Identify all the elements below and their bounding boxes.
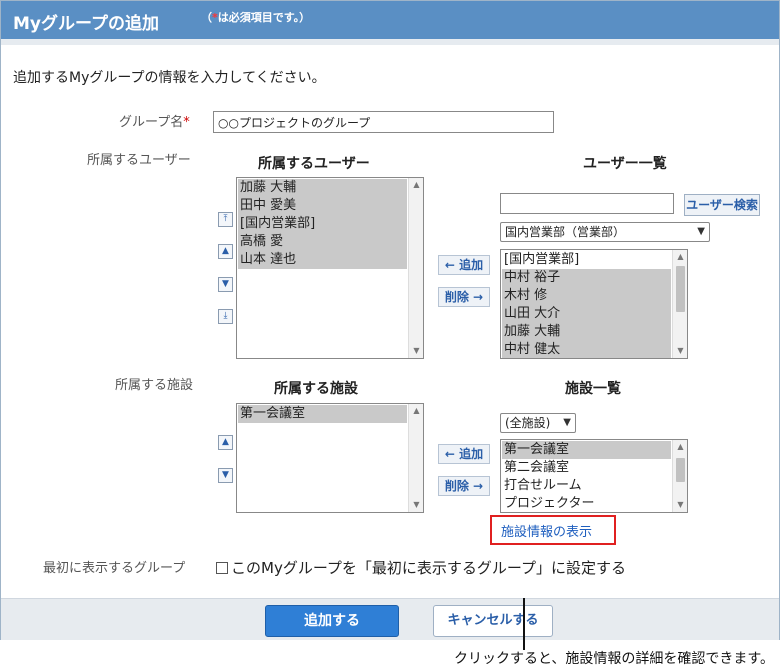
list-item[interactable]: [国内営業部] [502, 251, 671, 269]
default-group-checkbox-label[interactable]: このMyグループを「最初に表示するグループ」に設定する [231, 559, 626, 577]
user-candidates-items: [国内営業部] 中村 裕子 木村 修 山田 大介 加藤 大輔 中村 健太 [502, 251, 671, 358]
callout-text: クリックすると、施設情報の詳細を確認できます。 [453, 651, 774, 667]
title-bar: Myグループの追加 （*は必須項目です。） [1, 1, 779, 39]
move-down-icon: ▼ [222, 470, 229, 480]
list-item[interactable]: プロジェクター [502, 495, 671, 512]
members-items: 加藤 大輔 田中 愛美 [国内営業部] 高橋 愛 山本 達也 [238, 179, 407, 269]
facilities-listbox[interactable]: 第一会議室 ▲ ▼ [236, 403, 424, 513]
list-item[interactable]: 中村 裕子 [502, 269, 671, 287]
user-search-button[interactable]: ユーザー検索 [684, 194, 760, 216]
department-select[interactable]: 国内営業部（営業部） ▼ [500, 222, 710, 242]
add-user-button[interactable]: ← 追加 [438, 255, 490, 275]
scroll-up-icon[interactable]: ▲ [409, 404, 423, 418]
members-label: 所属するユーザー [87, 153, 191, 168]
user-list-heading: ユーザー一覧 [583, 156, 667, 172]
required-note: （*は必須項目です。） [201, 9, 310, 25]
facility-list-heading: 施設一覧 [565, 381, 621, 397]
default-group-checkbox[interactable] [216, 562, 228, 574]
list-item[interactable]: [国内営業部] [238, 215, 407, 233]
scroll-down-icon[interactable]: ▼ [409, 498, 423, 512]
facility-candidates-items: 第一会議室 第二会議室 打合せルーム プロジェクター [502, 441, 671, 512]
scroll-down-icon[interactable]: ▼ [409, 344, 423, 358]
move-up-icon: ▲ [222, 437, 229, 447]
move-up-icon: ▲ [222, 246, 229, 256]
scroll-down-icon[interactable]: ▼ [673, 498, 687, 512]
group-name-input[interactable]: ○○プロジェクトのグループ [213, 111, 554, 133]
facility-candidates-listbox[interactable]: 第一会議室 第二会議室 打合せルーム プロジェクター ▲ ▼ [500, 439, 688, 513]
move-top-button[interactable]: ⤒ [218, 212, 233, 227]
scroll-down-icon[interactable]: ▼ [673, 344, 687, 358]
highlight-box [490, 515, 616, 545]
list-item[interactable]: 打合せルーム [502, 477, 671, 495]
title-divider [1, 39, 779, 45]
move-down-button[interactable]: ▼ [218, 277, 233, 292]
list-item[interactable]: 第一会議室 [502, 441, 671, 459]
move-bottom-button[interactable]: ⤓ [218, 309, 233, 324]
list-item[interactable]: 木村 修 [502, 287, 671, 305]
list-item[interactable]: 加藤 大輔 [238, 179, 407, 197]
move-up-button[interactable]: ▲ [218, 244, 233, 259]
members-scrollbar[interactable]: ▲ ▼ [408, 178, 423, 358]
list-item[interactable]: 第一会議室 [238, 405, 407, 423]
facility-filter-value: (全施設) [505, 416, 551, 430]
chevron-down-icon: ▼ [697, 226, 705, 237]
members-heading: 所属するユーザー [258, 156, 370, 172]
submit-button[interactable]: 追加する [265, 605, 399, 637]
facility-candidates-scrollbar[interactable]: ▲ ▼ [672, 440, 687, 512]
list-item[interactable]: 第二会議室 [502, 459, 671, 477]
group-name-label: グループ名* [119, 111, 190, 130]
facility-move-down-button[interactable]: ▼ [218, 468, 233, 483]
scroll-thumb[interactable] [676, 266, 685, 312]
scroll-thumb[interactable] [676, 458, 685, 482]
facilities-label: 所属する施設 [115, 378, 194, 393]
required-note-open: （ [201, 11, 212, 24]
user-search-input[interactable] [500, 193, 674, 214]
footer-bar: 追加する キャンセルする [1, 598, 779, 640]
page-title: Myグループの追加 [13, 14, 159, 34]
move-top-icon: ⤒ [223, 214, 228, 224]
facility-filter-select[interactable]: (全施設) ▼ [500, 413, 576, 433]
facilities-items: 第一会議室 [238, 405, 407, 423]
scroll-up-icon[interactable]: ▲ [673, 250, 687, 264]
group-name-required-mark: * [183, 115, 190, 130]
facilities-scrollbar[interactable]: ▲ ▼ [408, 404, 423, 512]
list-item[interactable]: 山田 大介 [502, 305, 671, 323]
group-name-label-text: グループ名 [119, 115, 184, 130]
cancel-button[interactable]: キャンセルする [433, 605, 553, 637]
user-candidates-listbox[interactable]: [国内営業部] 中村 裕子 木村 修 山田 大介 加藤 大輔 中村 健太 ▲ ▼ [500, 249, 688, 359]
facilities-heading: 所属する施設 [274, 381, 358, 397]
facility-move-up-button[interactable]: ▲ [218, 435, 233, 450]
intro-text: 追加するMyグループの情報を入力してください。 [13, 70, 326, 86]
move-down-icon: ▼ [222, 279, 229, 289]
dialog-frame: Myグループの追加 （*は必須項目です。） 追加するMyグループの情報を入力して… [0, 0, 780, 640]
remove-user-button[interactable]: 削除 → [438, 287, 490, 307]
list-item[interactable]: 山本 達也 [238, 251, 407, 269]
scroll-up-icon[interactable]: ▲ [409, 178, 423, 192]
list-item[interactable]: 中村 健太 [502, 341, 671, 358]
default-group-checkbox-row[interactable]: このMyグループを「最初に表示するグループ」に設定する [216, 557, 626, 578]
chevron-down-icon: ▼ [563, 417, 571, 428]
user-candidates-scrollbar[interactable]: ▲ ▼ [672, 250, 687, 358]
move-bottom-icon: ⤓ [223, 311, 228, 321]
required-note-text: は必須項目です。） [217, 11, 311, 24]
callout-line [523, 598, 525, 650]
add-facility-button[interactable]: ← 追加 [438, 444, 490, 464]
remove-facility-button[interactable]: 削除 → [438, 476, 490, 496]
list-item[interactable]: 田中 愛美 [238, 197, 407, 215]
scroll-up-icon[interactable]: ▲ [673, 440, 687, 454]
default-group-label: 最初に表示するグループ [43, 561, 186, 576]
department-select-value: 国内営業部（営業部） [505, 225, 626, 239]
members-listbox[interactable]: 加藤 大輔 田中 愛美 [国内営業部] 高橋 愛 山本 達也 ▲ ▼ [236, 177, 424, 359]
list-item[interactable]: 加藤 大輔 [502, 323, 671, 341]
list-item[interactable]: 高橋 愛 [238, 233, 407, 251]
